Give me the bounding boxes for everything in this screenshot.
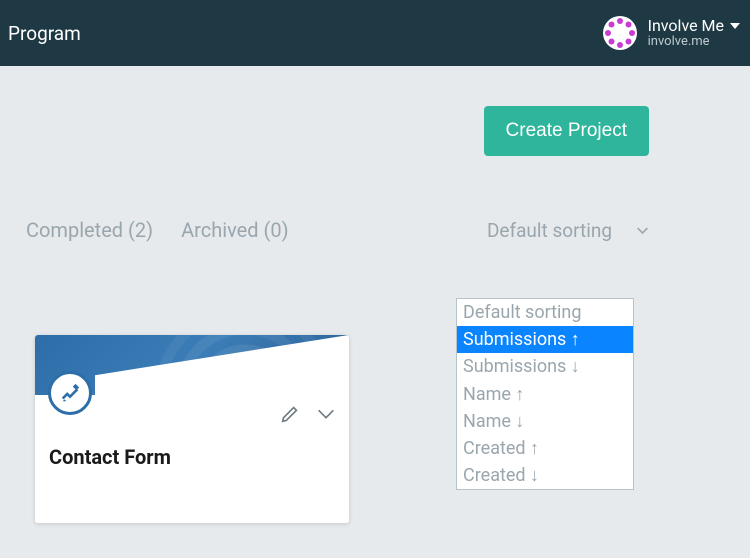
sort-option[interactable]: Submissions ↑	[457, 326, 633, 353]
sort-option[interactable]: Created ↓	[457, 462, 633, 489]
topbar: Program	[0, 0, 750, 66]
chevron-down-icon[interactable]	[315, 403, 337, 429]
user-subtitle: involve.me	[648, 35, 740, 49]
page-title: Program	[8, 22, 81, 45]
edit-icon[interactable]	[279, 403, 301, 429]
create-project-button[interactable]: Create Project	[484, 106, 649, 156]
tools-icon	[48, 371, 92, 415]
sort-toggle[interactable]: Default sorting	[487, 219, 649, 242]
tab-archived[interactable]: Archived (0)	[181, 218, 288, 242]
card-actions	[279, 403, 337, 429]
create-row: Create Project	[26, 66, 724, 156]
sort-option[interactable]: Default sorting	[457, 299, 633, 326]
sort-option[interactable]: Submissions ↓	[457, 353, 633, 380]
sort-current-label: Default sorting	[487, 219, 612, 242]
project-card[interactable]: Contact Form	[35, 335, 349, 523]
user-name: Involve Me	[648, 17, 724, 35]
status-tabs: Completed (2) Archived (0)	[26, 218, 289, 242]
sort-option[interactable]: Name ↑	[457, 381, 633, 408]
avatar	[602, 15, 638, 51]
filter-row: Completed (2) Archived (0) Default sorti…	[26, 218, 724, 242]
tab-completed[interactable]: Completed (2)	[26, 218, 153, 242]
chevron-down-icon	[636, 219, 649, 242]
sort-option[interactable]: Name ↓	[457, 408, 633, 435]
project-title: Contact Form	[49, 445, 171, 469]
sort-dropdown[interactable]: Default sortingSubmissions ↑Submissions …	[456, 298, 634, 490]
card-body: Contact Form	[35, 395, 349, 523]
chevron-down-icon	[730, 17, 740, 35]
user-menu[interactable]: Involve Me involve.me	[602, 15, 740, 51]
sort-option[interactable]: Created ↑	[457, 435, 633, 462]
content-area: Create Project Completed (2) Archived (0…	[0, 66, 750, 242]
user-text: Involve Me involve.me	[648, 17, 740, 49]
